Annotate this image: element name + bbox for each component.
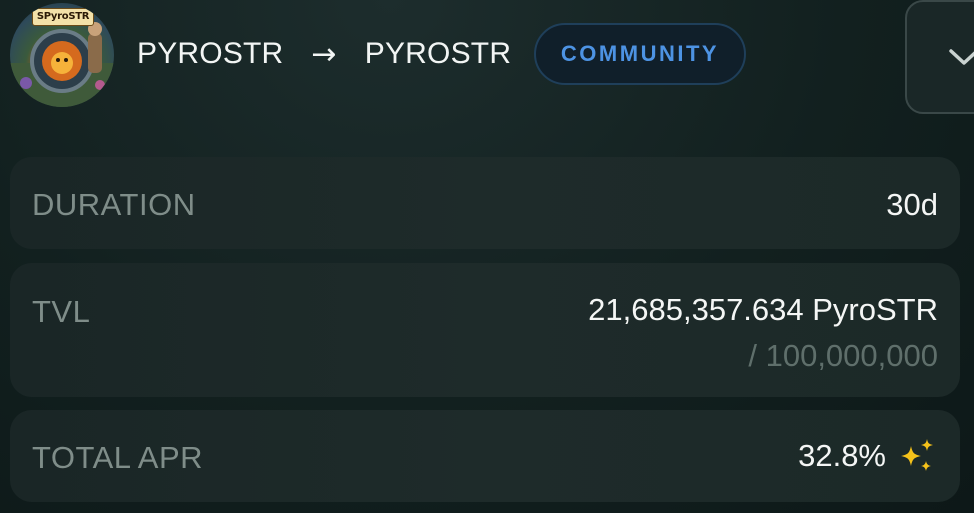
- total-apr-label: TOTAL APR: [32, 440, 204, 475]
- duration-row: DURATION 30d: [10, 157, 960, 249]
- sparkle-icon: [901, 439, 933, 471]
- total-apr-value-group[interactable]: 32.8%: [798, 436, 938, 476]
- token-pair: PYROSTR → PYROSTR: [137, 34, 511, 74]
- expand-toggle-button[interactable]: [905, 0, 974, 114]
- total-apr-value: 32.8%: [798, 438, 886, 473]
- community-badge: COMMUNITY: [534, 23, 746, 85]
- tvl-label: TVL: [32, 294, 91, 329]
- tvl-row: TVL 21,685,357.634 PyroSTR / 100,000,000: [10, 263, 960, 397]
- from-token-symbol: PYROSTR: [137, 37, 284, 70]
- duration-value: 30d: [886, 187, 938, 222]
- to-token-symbol: PYROSTR: [364, 37, 512, 70]
- arrow-right-icon: →: [311, 36, 337, 72]
- duration-label: DURATION: [32, 187, 196, 222]
- pool-header: SPyroSTR PYROSTR → PYROSTR COMMUNITY: [0, 0, 974, 140]
- token-avatar: SPyroSTR: [10, 3, 114, 107]
- staking-pool-card: SPyroSTR PYROSTR → PYROSTR COMMUNITY DUR…: [0, 0, 974, 513]
- total-apr-row: TOTAL APR 32.8%: [10, 410, 960, 502]
- avatar-label: SPyroSTR: [32, 8, 94, 26]
- tvl-value: 21,685,357.634 PyroSTR: [588, 292, 938, 327]
- tvl-cap: / 100,000,000: [748, 338, 938, 373]
- chevron-down-icon: [949, 49, 974, 65]
